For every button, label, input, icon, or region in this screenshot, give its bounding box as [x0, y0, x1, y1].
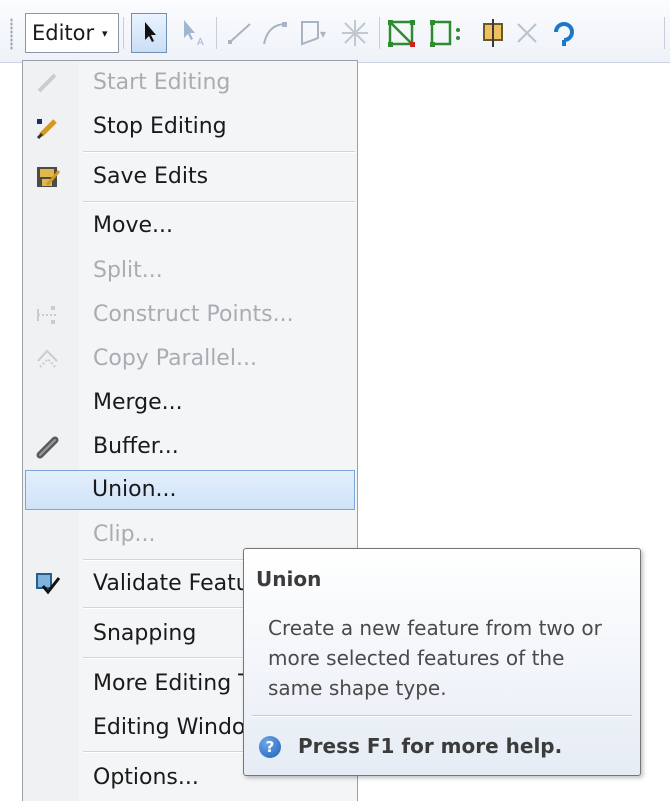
- copy-parallel-icon: [37, 349, 58, 368]
- menu-item-label: Construct Points...: [93, 302, 294, 327]
- tooltip-description-line: more selected features of the: [268, 646, 565, 670]
- trace-icon[interactable]: ▾: [298, 18, 330, 48]
- edit-annotation-icon[interactable]: A: [178, 18, 208, 48]
- toolbar-separator: [379, 17, 380, 49]
- rotate-icon[interactable]: [548, 18, 578, 48]
- menu-item-union[interactable]: Union...: [25, 470, 355, 510]
- buffer-icon: [36, 436, 59, 459]
- endpoint-arc-icon[interactable]: [260, 18, 290, 48]
- menu-item-construct-points[interactable]: Construct Points...: [25, 295, 355, 335]
- menu-item-label: Union...: [92, 477, 177, 502]
- menu-item-buffer[interactable]: Buffer...: [25, 427, 355, 467]
- edit-vertices-icon[interactable]: [386, 18, 420, 48]
- menu-item-label: Split...: [93, 258, 163, 283]
- straight-segment-icon[interactable]: [226, 18, 256, 48]
- menu-item-start-editing[interactable]: Start Editing: [25, 63, 355, 103]
- save-edits-icon: [37, 167, 61, 187]
- menu-item-label: Snapping: [93, 621, 197, 646]
- tooltip-description-line: Create a new feature from two or: [268, 616, 602, 640]
- menu-separator: [83, 151, 355, 153]
- help-icon: ?: [259, 736, 281, 758]
- menu-item-label: Move...: [93, 213, 173, 238]
- validate-features-icon: [36, 573, 61, 595]
- edit-tool-icon: [145, 22, 156, 42]
- menu-item-split[interactable]: Split...: [25, 251, 355, 291]
- menu-item-copy-parallel[interactable]: Copy Parallel...: [25, 339, 355, 379]
- construct-points-icon: [37, 306, 57, 324]
- svg-text:▾: ▾: [320, 27, 326, 41]
- edit-tool-button[interactable]: [131, 13, 167, 53]
- menu-item-stop-editing[interactable]: Stop Editing: [25, 107, 355, 147]
- toolbar-grip[interactable]: [10, 18, 13, 50]
- split-tool-icon[interactable]: [512, 18, 542, 48]
- start-editing-icon: [37, 73, 57, 93]
- toolbar-separator: [123, 17, 124, 49]
- tooltip-help-text: Press F1 for more help.: [298, 734, 563, 758]
- cut-polygons-icon[interactable]: [478, 18, 508, 48]
- menu-item-label: Editing Windo: [93, 715, 246, 740]
- menu-item-label: Copy Parallel...: [93, 346, 257, 371]
- editor-menu-button[interactable]: Editor ▾: [25, 13, 119, 53]
- tooltip-title: Union: [256, 567, 322, 591]
- toolbar-separator: [664, 17, 665, 49]
- menu-item-merge[interactable]: Merge...: [25, 383, 355, 423]
- menu-item-label: More Editing T: [93, 671, 252, 696]
- reshape-feature-icon[interactable]: [428, 18, 468, 48]
- chevron-down-icon: ▾: [102, 27, 108, 40]
- toolbar-separator: [216, 17, 217, 49]
- menu-item-label: Buffer...: [93, 434, 179, 459]
- editor-menu-label: Editor: [32, 21, 95, 45]
- menu-item-label: Start Editing: [93, 70, 231, 95]
- menu-item-save-edits[interactable]: Save Edits: [25, 157, 355, 197]
- point-icon[interactable]: [339, 18, 373, 48]
- svg-text:A: A: [197, 37, 204, 48]
- menu-item-move[interactable]: Move...: [25, 206, 355, 246]
- union-tooltip: Union Create a new feature from two or m…: [243, 548, 641, 776]
- menu-item-label: Stop Editing: [93, 114, 227, 139]
- menu-item-label: Options...: [93, 765, 199, 790]
- menu-item-label: Merge...: [93, 390, 183, 415]
- menu-item-label: Validate Featu: [93, 571, 250, 596]
- menu-item-label: Clip...: [93, 522, 156, 547]
- menu-item-label: Save Edits: [93, 164, 209, 189]
- editor-toolbar: Editor ▾ A ▾: [0, 0, 670, 63]
- tooltip-description: Create a new feature from two or more se…: [268, 613, 628, 703]
- tooltip-description-line: same shape type.: [268, 676, 447, 700]
- stop-editing-icon: [36, 119, 57, 139]
- tooltip-separator: [252, 715, 632, 717]
- menu-separator: [83, 201, 355, 203]
